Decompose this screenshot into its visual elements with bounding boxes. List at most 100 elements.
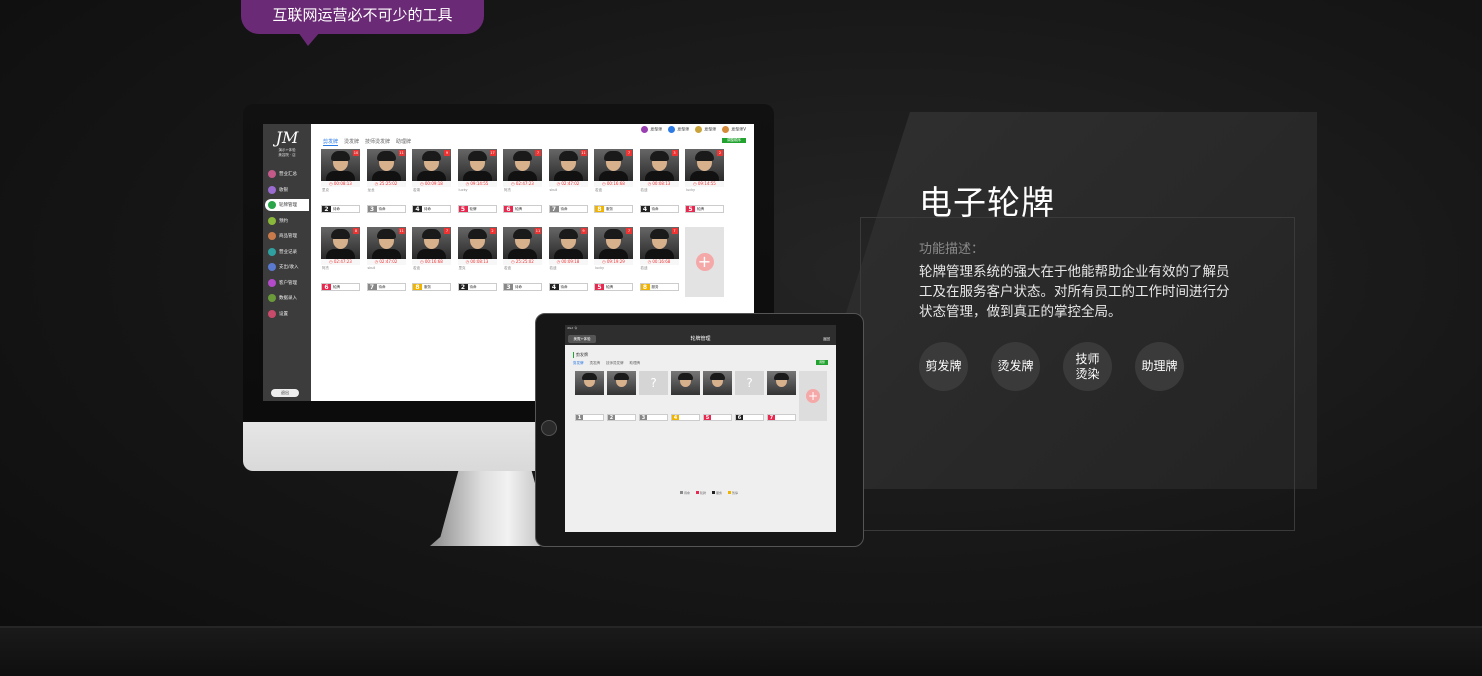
staff-card[interactable]: 8 ◷ 02:47:23 阿杰 6 轮牌 — [321, 227, 360, 297]
staff-photo: 3 — [639, 149, 679, 181]
status-position: 1 — [576, 415, 583, 421]
staff-card[interactable]: 7 ◷ 09:19:29 lucky 5 轮牌 — [594, 227, 633, 297]
card-status[interactable]: 6 轮牌 — [503, 205, 542, 213]
staff-photo: 11 — [366, 227, 406, 259]
logout-button[interactable]: 退出 — [271, 389, 299, 397]
staff-card[interactable]: 3 ◷ 00:08:13 若迪 4 待命 — [639, 149, 679, 219]
staff-card[interactable]: 7 ◷ 02:47:23 阿杰 6 轮牌 — [503, 149, 542, 219]
sidebar-item[interactable]: 营业汇总 — [265, 168, 309, 180]
card-status[interactable]: 3 待命 — [503, 283, 542, 291]
staff-card[interactable]: 9 ◷ 00:09:18 若迪 4 待命 — [548, 227, 588, 297]
card-status[interactable]: 4 待命 — [548, 283, 588, 291]
legend-label: 服务 — [716, 491, 723, 495]
card-status[interactable]: 8 服务 — [594, 205, 633, 213]
tablet-tab[interactable]: 剪发牌 — [573, 361, 584, 366]
card-status[interactable]: 4 待命 — [412, 205, 451, 213]
status-position: 3 — [504, 284, 513, 291]
tablet-tab[interactable]: 烫发牌 — [590, 361, 601, 366]
sidebar-item[interactable]: 预约 — [265, 215, 309, 227]
card-status[interactable]: 8 服务 — [639, 283, 679, 291]
card-status[interactable]: 5 轮牌 — [594, 283, 633, 291]
staff-card[interactable]: 11 ◷ 25:25:02 若迪 3 待命 — [503, 227, 542, 297]
staff-card[interactable]: 11 ◷ 02:47:02 skull 7 待命 — [366, 227, 406, 297]
nav-icon — [268, 294, 276, 302]
card-name: 阿杰 — [322, 266, 329, 270]
staff-card[interactable]: 7 ◷ 00:16:68 若迪 8 服务 — [412, 227, 451, 297]
status-position: 5 — [595, 284, 604, 291]
tablet-tab[interactable]: 助理牌 — [630, 361, 641, 366]
card-status[interactable]: 3 — [639, 414, 668, 421]
card-name: lucky — [686, 188, 696, 192]
card-status[interactable]: 6 — [735, 414, 764, 421]
card-status[interactable]: 5 轮牌 — [685, 205, 724, 213]
sidebar-item[interactable]: 支出/收入 — [265, 261, 309, 273]
status-position: 5 — [704, 415, 711, 421]
card-status[interactable]: 7 待命 — [366, 283, 406, 291]
staff-legend-item: 发型师 — [641, 126, 662, 133]
card-status[interactable]: 6 轮牌 — [321, 283, 360, 291]
card-status[interactable]: 2 — [607, 414, 636, 421]
card-status[interactable]: 4 — [671, 414, 700, 421]
status-label — [679, 415, 699, 420]
sidebar-item[interactable]: 商品管理 — [265, 230, 309, 242]
card-status[interactable]: 8 服务 — [412, 283, 451, 291]
card-status[interactable]: 5 轮牌 — [457, 205, 497, 213]
tablet-tab[interactable]: 技师烫发牌 — [606, 361, 624, 366]
staff-legend-label: 发型师 — [650, 126, 663, 132]
photo-body — [553, 171, 583, 181]
staff-card[interactable]: 17 ◷ 09:14:55 lucky 5 轮牌 — [457, 149, 497, 219]
tag-technician[interactable]: 技师 烫染 — [1063, 342, 1112, 391]
tab[interactable]: 烫发牌 — [344, 138, 359, 146]
card-status[interactable]: 3 待命 — [366, 205, 406, 213]
tablet-green-button[interactable]: 调整 — [816, 360, 828, 365]
card-status[interactable]: 5 — [703, 414, 732, 421]
tablet-staff-card[interactable]: 2 — [607, 371, 636, 423]
tab[interactable]: 助理牌 — [396, 138, 411, 146]
staff-photo — [767, 371, 796, 395]
staff-card[interactable]: 2 ◷ 09:14:55 lucky 5 轮牌 — [685, 149, 724, 219]
photo-body — [371, 171, 401, 181]
staff-card[interactable]: 7 ◷ 00:16:68 若迪 8 服务 — [639, 227, 679, 297]
tablet-staff-card[interactable]: 4 — [671, 371, 700, 423]
tablet-add-button[interactable]: + — [799, 371, 827, 421]
tablet-staff-card[interactable]: ? 6 — [735, 371, 764, 423]
staff-card[interactable]: 11 ◷ 25:25:02 龙龙 3 待命 — [366, 149, 406, 219]
sidebar-item[interactable]: 客户管理 — [265, 277, 309, 289]
tablet-return-button[interactable]: 返回 — [823, 335, 830, 343]
card-status[interactable]: 2 待命 — [321, 205, 360, 213]
card-status[interactable]: 7 待命 — [548, 205, 588, 213]
tag-assistant[interactable]: 助理牌 — [1135, 342, 1184, 391]
photo-hair — [467, 151, 487, 161]
staff-card[interactable]: 9 ◷ 00:09:18 若湖 4 待命 — [412, 149, 451, 219]
tablet-staff-card[interactable]: 7 — [767, 371, 796, 423]
status-position: 6 — [504, 206, 513, 213]
tablet-staff-card[interactable]: 1 — [575, 371, 604, 423]
tab[interactable]: 技师烫发牌 — [365, 138, 390, 146]
staff-card[interactable]: 10 ◷ 00:08:13 里克 2 待命 — [321, 149, 360, 219]
tablet-back-button[interactable]: 美霓+体验 — [568, 335, 596, 343]
sidebar-item[interactable]: 数据录入 — [265, 292, 309, 304]
staff-card[interactable]: 11 ◷ 02:47:02 skull 7 待命 — [548, 149, 588, 219]
staff-card[interactable]: 2 ◷ 00:08:13 里克 2 待命 — [457, 227, 497, 297]
reorder-button[interactable]: 调整顺序 — [722, 138, 746, 143]
sidebar-item[interactable]: 设置 — [265, 308, 309, 320]
sidebar-item[interactable]: 收银 — [265, 184, 309, 196]
photo-body — [508, 249, 537, 259]
sidebar-item[interactable]: 营业记录 — [265, 246, 309, 258]
store-name: 演示+体验 美容院 · 店 — [263, 148, 311, 158]
add-staff-button[interactable]: + — [685, 227, 724, 297]
tab[interactable]: 剪发牌 — [323, 138, 339, 146]
sidebar-item[interactable]: 轮牌管理 — [265, 199, 309, 211]
staff-card[interactable]: 7 ◷ 00:16:68 若迪 8 服务 — [594, 149, 633, 219]
tablet-staff-card[interactable]: ? 3 — [639, 371, 668, 423]
card-status[interactable]: 1 — [575, 414, 604, 421]
tag-cut[interactable]: 剪发牌 — [919, 342, 968, 391]
tablet-staff-card[interactable]: 5 — [703, 371, 732, 423]
card-number: 7 — [626, 228, 632, 234]
card-status[interactable]: 2 待命 — [457, 283, 497, 291]
photo-hair — [376, 151, 396, 161]
card-status[interactable]: 4 待命 — [639, 205, 679, 213]
card-status[interactable]: 7 — [767, 414, 796, 421]
tag-perm[interactable]: 烫发牌 — [991, 342, 1040, 391]
nav-icon — [268, 247, 276, 256]
